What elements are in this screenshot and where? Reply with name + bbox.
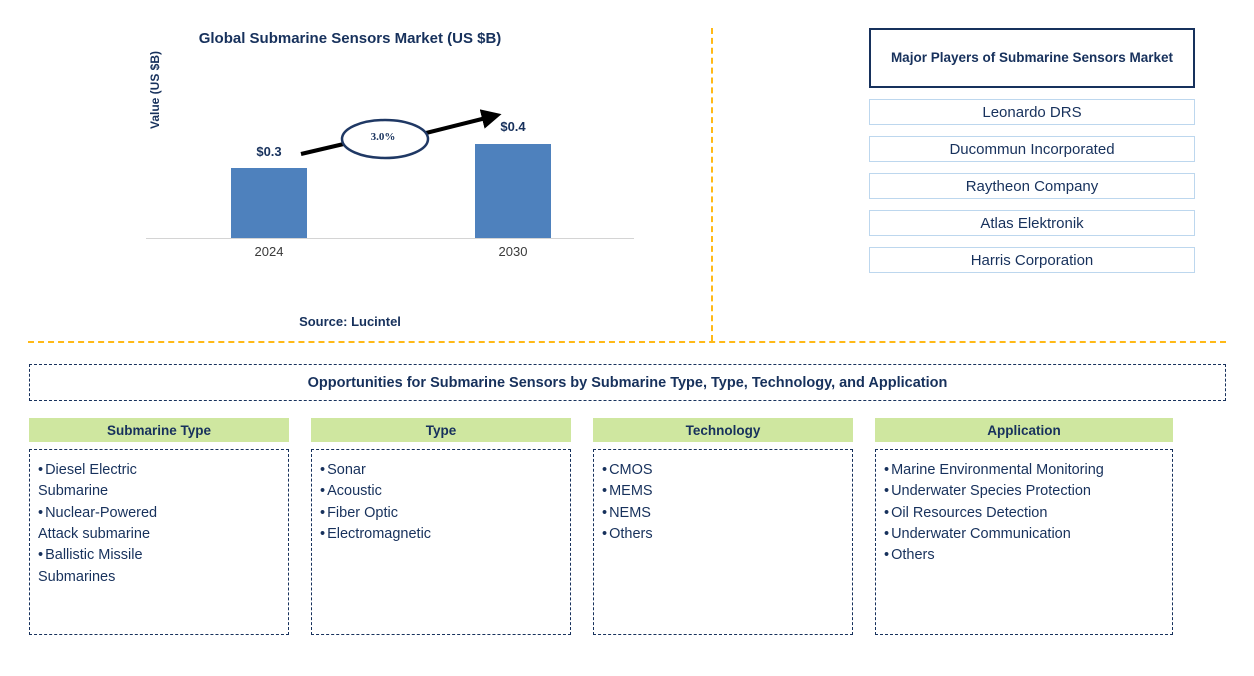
- bullet-icon: •: [320, 504, 326, 521]
- list-item-label: CMOS: [609, 462, 653, 478]
- list-item: • Electromagnetic: [320, 524, 562, 545]
- list-item: • Sonar: [320, 460, 562, 481]
- player-row[interactable]: Harris Corporation: [869, 247, 1195, 273]
- list-item-label: Fiber Optic: [327, 504, 398, 521]
- category-body: • CMOS • MEMS • NEMS • Others: [593, 449, 853, 635]
- opportunities-categories-row: Submarine Type • Diesel Electric Submarin…: [29, 418, 1226, 635]
- list-item: • Underwater Species Protection: [884, 481, 1164, 502]
- list-item: • Underwater Communication: [884, 524, 1164, 545]
- list-item-label: Electromagnetic: [327, 525, 432, 542]
- category-header: Application: [875, 418, 1173, 442]
- market-chart-panel: Global Submarine Sensors Market (US $B) …: [0, 0, 711, 341]
- list-item-label: MEMS: [609, 483, 653, 500]
- bullet-icon: •: [38, 504, 44, 521]
- list-item-label: Marine Environmental Monitoring: [891, 462, 1104, 478]
- chart-y-axis-label: Value (US $B): [148, 50, 162, 130]
- list-item-label: Others: [609, 525, 653, 542]
- bullet-icon: •: [320, 462, 326, 478]
- bullet-icon: •: [884, 504, 890, 521]
- bullet-icon: •: [884, 547, 890, 564]
- cagr-label: 3.0%: [370, 131, 396, 143]
- bullet-icon: •: [602, 483, 608, 500]
- bullet-icon: •: [38, 547, 44, 564]
- list-item: • Oil Resources Detection: [884, 503, 1164, 524]
- list-item: • Others: [884, 545, 1164, 566]
- category-header: Technology: [593, 418, 853, 442]
- list-item-label: Oil Resources Detection: [891, 504, 1048, 521]
- vertical-divider: [711, 28, 713, 341]
- category-body: • Marine Environmental Monitoring • Underw…: [875, 449, 1173, 635]
- bullet-icon: •: [320, 525, 326, 542]
- bullet-icon: •: [38, 462, 44, 478]
- list-item: • Diesel Electric Submarine: [38, 460, 280, 503]
- category-body: • Sonar • Acoustic • Fiber Optic • Electroma…: [311, 449, 571, 635]
- category-list: • Marine Environmental Monitoring • Underw…: [884, 460, 1164, 567]
- bullet-icon: •: [320, 483, 326, 500]
- bullet-icon: •: [602, 525, 608, 542]
- player-row[interactable]: Raytheon Company: [869, 173, 1195, 199]
- bullet-icon: •: [884, 462, 890, 478]
- category-header: Submarine Type: [29, 418, 289, 442]
- bullet-icon: •: [602, 504, 608, 521]
- horizontal-divider: [28, 341, 1226, 343]
- list-item-label: Others: [891, 547, 935, 564]
- list-item-label: Underwater Species Protection: [891, 483, 1091, 500]
- x-tick-2024: 2024: [254, 244, 284, 259]
- player-row[interactable]: Ducommun Incorporated: [869, 136, 1195, 162]
- list-item: • Nuclear-Powered Attack submarine: [38, 503, 280, 546]
- bullet-icon: •: [884, 525, 890, 542]
- category-column-type: Type • Sonar • Acoustic • Fiber Optic • Elec…: [311, 418, 571, 635]
- category-list: • CMOS • MEMS • NEMS • Others: [602, 460, 844, 545]
- source-label: Source: Lucintel: [299, 314, 401, 329]
- list-item: • Others: [602, 524, 844, 545]
- chart-title: Global Submarine Sensors Market (US $B): [198, 30, 502, 47]
- category-header: Type: [311, 418, 571, 442]
- category-column-technology: Technology • CMOS • MEMS • NEMS • Others: [593, 418, 853, 635]
- list-item-label: Acoustic: [327, 483, 382, 500]
- list-item: • Fiber Optic: [320, 503, 562, 524]
- bullet-icon: •: [884, 483, 890, 500]
- list-item: • NEMS: [602, 503, 844, 524]
- chart-axis-baseline: [146, 238, 634, 239]
- category-list: • Diesel Electric Submarine • Nuclear-Powe…: [38, 460, 280, 588]
- category-list: • Sonar • Acoustic • Fiber Optic • Electroma…: [320, 460, 562, 545]
- list-item: • CMOS: [602, 460, 844, 481]
- list-item: • Acoustic: [320, 481, 562, 502]
- list-item-label: Diesel Electric Submarine: [38, 462, 137, 500]
- category-column-application: Application • Marine Environmental Monito…: [875, 418, 1173, 635]
- bar-2024: [231, 168, 307, 238]
- major-players-header: Major Players of Submarine Sensors Marke…: [869, 28, 1195, 88]
- category-column-submarine-type: Submarine Type • Diesel Electric Submarin…: [29, 418, 289, 635]
- player-row[interactable]: Atlas Elektronik: [869, 210, 1195, 236]
- list-item-label: Sonar: [327, 462, 366, 478]
- major-players-panel: Major Players of Submarine Sensors Marke…: [869, 28, 1195, 273]
- category-body: • Diesel Electric Submarine • Nuclear-Powe…: [29, 449, 289, 635]
- player-row[interactable]: Leonardo DRS: [869, 99, 1195, 125]
- opportunities-title: Opportunities for Submarine Sensors by S…: [29, 364, 1226, 401]
- list-item-label: Underwater Communication: [891, 525, 1071, 542]
- list-item: • Marine Environmental Monitoring: [884, 460, 1164, 481]
- x-tick-2030: 2030: [498, 244, 528, 259]
- list-item-label: Ballistic Missile Submarines: [38, 547, 143, 585]
- list-item-label: NEMS: [609, 504, 651, 521]
- list-item: • MEMS: [602, 481, 844, 502]
- list-item: • Ballistic Missile Submarines: [38, 545, 280, 588]
- bullet-icon: •: [602, 462, 608, 478]
- list-item-label: Nuclear-Powered Attack submarine: [38, 504, 158, 542]
